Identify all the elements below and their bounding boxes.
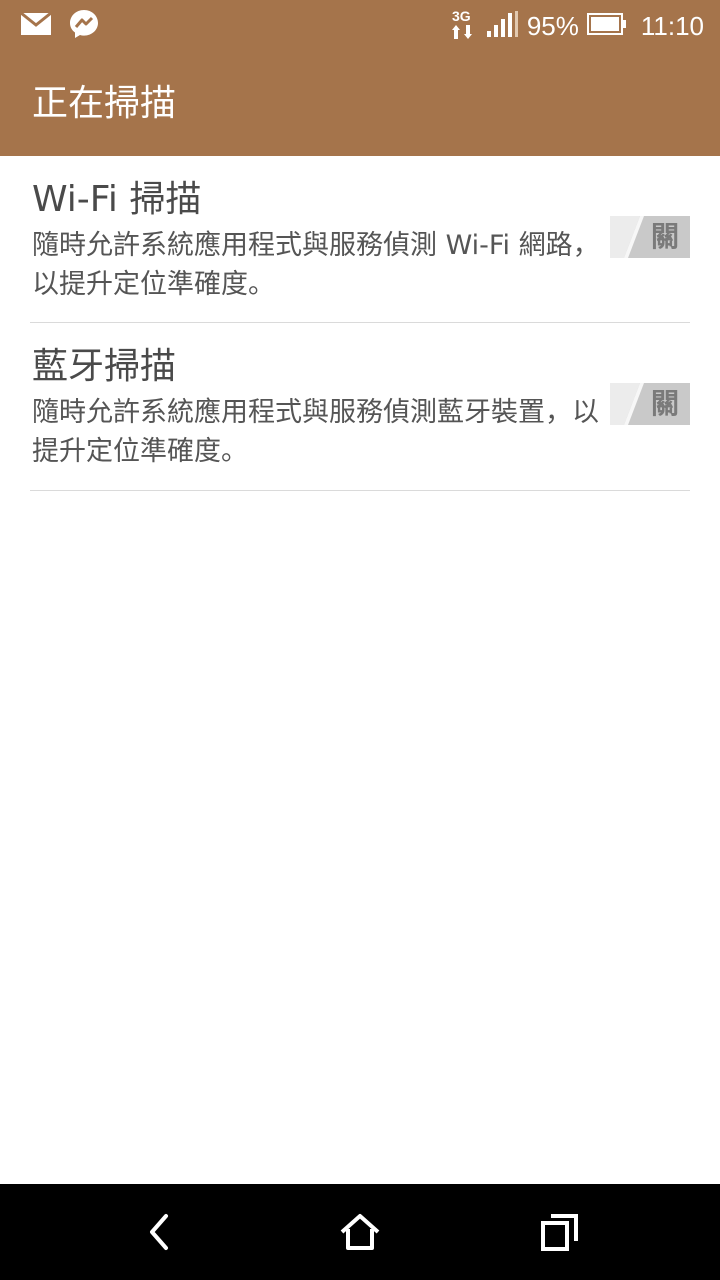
setting-title: 藍牙掃描 [32,346,177,387]
settings-list: Wi-Fi 掃描 隨時允許系統應用程式與服務偵測 Wi-Fi 網路，以提升定位準… [0,156,720,491]
recent-apps-button[interactable] [536,1208,584,1256]
battery-icon [586,13,627,39]
recent-apps-icon [541,1214,578,1251]
messenger-icon [68,8,100,44]
back-icon [150,1214,168,1250]
system-icons: 3G 95% 11:10 [451,8,704,44]
wifi-scanning-setting[interactable]: Wi-Fi 掃描 隨時允許系統應用程式與服務偵測 Wi-Fi 網路，以提升定位準… [30,156,690,323]
back-button[interactable] [136,1208,184,1256]
clock: 11:10 [640,11,704,41]
notification-icons [20,10,100,42]
battery-percent: 95% [526,11,579,41]
setting-title: Wi-Fi 掃描 [32,179,202,220]
signal-icon [485,11,519,41]
bluetooth-scanning-toggle[interactable]: 關 [610,383,690,425]
status-bar: 3G 95% 11:10 [0,0,720,52]
toggle-label: 關 [650,387,679,420]
toggle-label: 關 [650,220,679,253]
page-title: 正在掃描 [32,83,177,124]
mail-icon [20,11,52,40]
network-3g-icon: 3G [451,7,477,45]
navigation-bar [0,1184,720,1280]
home-icon [340,1214,380,1250]
bluetooth-scanning-setting[interactable]: 藍牙掃描 隨時允許系統應用程式與服務偵測藍牙裝置，以提升定位準確度。 關 [30,323,690,491]
setting-summary: 隨時允許系統應用程式與服務偵測 Wi-Fi 網路，以提升定位準確度。 [32,230,600,300]
app-bar: 正在掃描 [0,52,720,156]
screen: 3G 95% 11:10 正在掃描 Wi-Fi 掃描 隨時允許系統應用程式與服務… [0,0,720,1280]
setting-summary: 隨時允許系統應用程式與服務偵測藍牙裝置，以提升定位準確度。 [32,397,599,467]
wifi-scanning-toggle[interactable]: 關 [610,216,690,258]
home-button[interactable] [336,1208,384,1256]
network-type-label: 3G [452,8,471,24]
